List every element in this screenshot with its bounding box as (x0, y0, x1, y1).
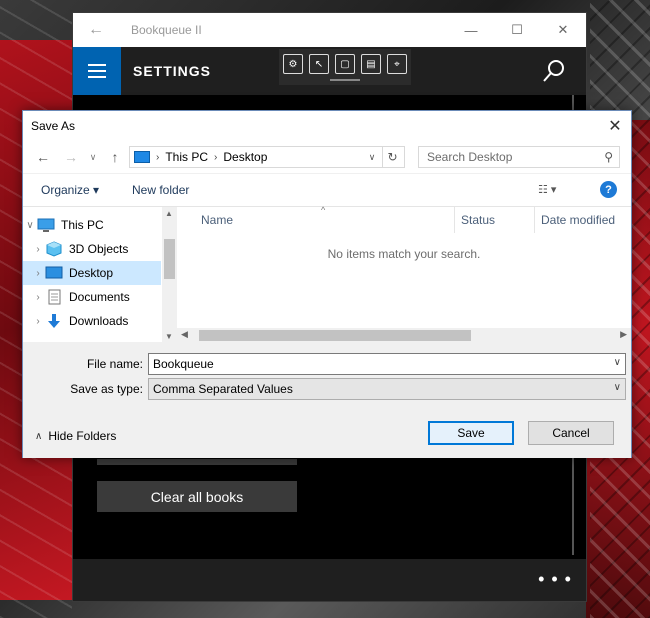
save-form: File name: Bookqueue ∨ Save as type: Com… (23, 342, 631, 458)
select-box-tool-icon[interactable]: ▢ (335, 54, 355, 74)
settings-tool-icon[interactable]: ⚙ (283, 54, 303, 74)
hamburger-menu-icon[interactable] (73, 47, 121, 95)
pointer-tool-icon[interactable]: ↖ (309, 54, 329, 74)
clear-all-books-button[interactable]: Clear all books (97, 481, 297, 512)
up-arrow-icon[interactable]: ↑ (105, 147, 125, 167)
horizontal-scrollbar[interactable]: ◀ ▶ (177, 328, 631, 343)
refresh-icon[interactable]: ↻ (382, 147, 402, 167)
nav-item-desktop[interactable]: › Desktop (23, 261, 161, 285)
nav-item-label: Documents (69, 290, 130, 304)
dialog-titlebar: Save As ✕ (23, 111, 631, 141)
downloads-icon (48, 314, 60, 328)
hide-folders-toggle[interactable]: ∧ Hide Folders (35, 429, 116, 443)
close-icon[interactable]: ✕ (540, 13, 586, 47)
new-folder-button[interactable]: New folder (132, 183, 189, 197)
nav-item-label: Desktop (69, 266, 114, 280)
chevron-down-icon[interactable]: ∨ (23, 220, 37, 231)
partial-setting-button[interactable] (97, 459, 297, 465)
organize-button[interactable]: Organize ▾ (41, 183, 99, 197)
file-name-field[interactable]: Bookqueue ∨ (148, 353, 626, 375)
this-pc-icon (134, 151, 150, 163)
back-arrow-icon[interactable]: ← (33, 147, 53, 167)
forward-arrow-icon[interactable]: → (61, 147, 81, 167)
view-options-icon[interactable]: ☷ ▾ (538, 183, 556, 196)
chevron-right-icon[interactable]: › (31, 292, 45, 303)
chevron-right-icon[interactable]: › (156, 152, 159, 163)
scroll-down-icon[interactable]: ▼ (165, 332, 173, 341)
app-command-bar: • • • (73, 559, 586, 601)
close-icon[interactable]: ✕ (599, 111, 631, 141)
address-bar[interactable]: › This PC › Desktop ∨ ↻ (129, 146, 405, 168)
scroll-up-icon[interactable]: ▲ (165, 209, 173, 218)
window-controls: — ☐ ✕ (448, 13, 586, 47)
minimize-icon[interactable]: — (448, 13, 494, 47)
scrollbar-thumb[interactable] (164, 239, 175, 279)
navigation-scrollbar[interactable]: ▲ ▼ (162, 207, 177, 343)
nav-item-downloads[interactable]: › Downloads (23, 309, 161, 333)
scroll-right-icon[interactable]: ▶ (620, 329, 627, 340)
save-as-dialog: Save As ✕ ← → ∨ ↑ › This PC › Desktop ∨ … (22, 110, 632, 458)
chevron-right-icon[interactable]: › (31, 316, 45, 327)
nav-item-documents[interactable]: › Documents (23, 285, 161, 309)
column-date-label: Date modified (541, 213, 616, 227)
breadcrumb-this-pc[interactable]: This PC (165, 150, 208, 164)
column-status-label: Status (461, 213, 496, 227)
column-header-name[interactable]: Name (195, 207, 455, 233)
floating-toolbar: ⚙ ↖ ▢ ▤ ⌖ (279, 49, 411, 85)
nav-item-label: Downloads (69, 314, 129, 328)
search-input[interactable]: Search Desktop ⚲ (418, 146, 620, 168)
navigation-bar: ← → ∨ ↑ › This PC › Desktop ∨ ↻ Search D… (23, 141, 631, 173)
save-button[interactable]: Save (428, 421, 514, 445)
scroll-left-icon[interactable]: ◀ (181, 329, 188, 340)
column-header-status[interactable]: Status (455, 207, 535, 233)
browser-area: ∨ This PC › 3D Objects › Desktop › Docum… (23, 205, 631, 343)
breadcrumb-desktop[interactable]: Desktop (223, 150, 267, 164)
3d-objects-icon (46, 241, 62, 257)
nav-item-this-pc[interactable]: ∨ This PC (23, 213, 161, 237)
inspect-tool-icon[interactable]: ▤ (361, 54, 381, 74)
back-arrow-icon[interactable]: ← (73, 13, 119, 47)
search-placeholder: Search Desktop (427, 150, 513, 164)
help-icon[interactable]: ? (600, 181, 617, 198)
column-name-label: Name (201, 213, 234, 227)
computer-icon (37, 218, 55, 232)
cancel-button[interactable]: Cancel (528, 421, 614, 445)
chevron-up-icon: ∧ (35, 430, 43, 442)
navigation-pane: ∨ This PC › 3D Objects › Desktop › Docum… (23, 207, 177, 343)
chevron-down-icon[interactable]: ∨ (364, 147, 380, 167)
documents-icon (48, 289, 61, 305)
dialog-title: Save As (31, 119, 76, 133)
command-bar: Organize ▾ New folder ☷ ▾ ? (23, 173, 631, 205)
save-as-type-select[interactable]: Comma Separated Values ∨ (148, 378, 626, 400)
empty-message: No items match your search. (327, 247, 481, 261)
nav-item-label: This PC (61, 218, 104, 232)
chevron-down-icon[interactable]: ∨ (614, 382, 621, 393)
page-title: SETTINGS (133, 63, 212, 79)
column-header-date-modified[interactable]: Date modified (535, 207, 631, 233)
save-as-type-label: Save as type: (70, 382, 143, 396)
chevron-right-icon[interactable]: › (31, 244, 45, 255)
app-titlebar: ← Bookqueue II — ☐ ✕ (73, 13, 586, 47)
nav-item-label: 3D Objects (69, 242, 129, 256)
save-as-type-value: Comma Separated Values (153, 382, 293, 396)
more-options-icon[interactable]: • • • (538, 569, 572, 590)
scrollbar-thumb[interactable] (199, 330, 471, 341)
file-list: ^ Name Status Date modified No items mat… (177, 205, 631, 343)
search-icon: ⚲ (604, 150, 613, 164)
capture-tool-icon[interactable]: ⌖ (387, 54, 407, 74)
toolbar-grip[interactable] (330, 79, 360, 81)
chevron-right-icon[interactable]: › (214, 152, 217, 163)
file-name-label: File name: (86, 357, 143, 371)
recent-locations-chevron-icon[interactable]: ∨ (87, 147, 99, 167)
nav-item-3d-objects[interactable]: › 3D Objects (23, 237, 161, 261)
chevron-right-icon[interactable]: › (31, 268, 45, 279)
search-icon[interactable] (542, 59, 566, 83)
hide-folders-label: Hide Folders (48, 429, 117, 443)
desktop-icon (45, 266, 63, 279)
app-header: SETTINGS ⚙ ↖ ▢ ▤ ⌖ (73, 47, 586, 95)
app-title: Bookqueue II (131, 23, 202, 37)
file-name-value: Bookqueue (153, 357, 214, 371)
maximize-icon[interactable]: ☐ (494, 13, 540, 47)
chevron-down-icon[interactable]: ∨ (614, 357, 621, 368)
